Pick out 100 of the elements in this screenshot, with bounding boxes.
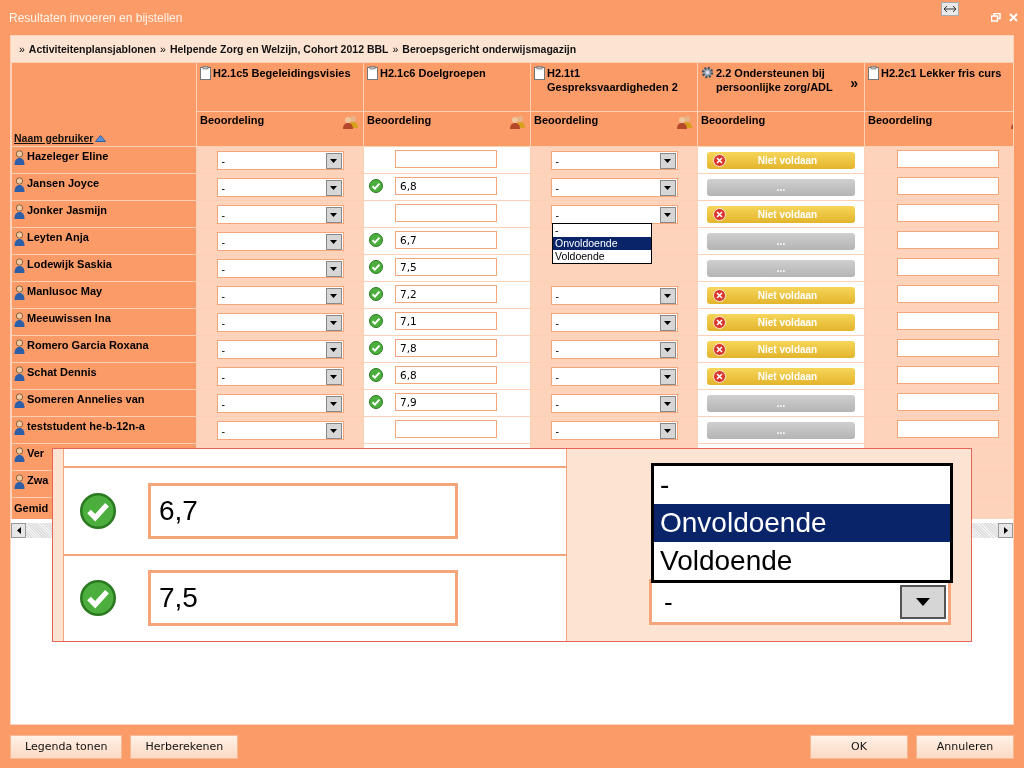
caret-icon [664,185,671,190]
caret-icon [664,320,671,325]
caret-icon [330,239,337,244]
grade-dropdown[interactable]: - [550,205,678,224]
grade-dropdown[interactable]: - [550,151,678,170]
input-field[interactable] [897,420,999,438]
grade-dropdown[interactable]: - [550,178,678,197]
breadcrumb-link[interactable]: Beroepsgericht onderwijsmagazijn [402,43,577,55]
grade-dropdown[interactable]: - [216,286,344,305]
restore-icon[interactable] [991,13,1001,22]
column-subtitle: Beoordeling [367,114,432,126]
grade-dropdown[interactable]: - [216,313,344,332]
grade-dropdown[interactable]: - [216,259,344,278]
user-icon [14,339,25,354]
dropdown-option[interactable]: - [553,224,651,237]
expand-columns-link[interactable]: » [850,75,858,91]
error-icon [713,289,726,302]
input-field[interactable] [897,312,999,330]
grade-dropdown[interactable]: - [216,232,344,251]
sort-ascending-icon[interactable] [95,135,107,142]
caret-icon [916,598,930,606]
grade-input[interactable]: 7,5 [395,258,497,276]
people-icon[interactable] [510,115,526,129]
caret-icon [330,185,337,190]
input-field[interactable] [897,204,999,222]
dialog-button[interactable]: Annuleren [916,734,1014,759]
grade-dropdown[interactable]: - [216,340,344,359]
grade-dropdown[interactable]: - [216,151,344,170]
grade-dropdown[interactable]: - [216,205,344,224]
grade-input[interactable]: 7,9 [395,393,497,411]
people-icon[interactable] [677,115,693,129]
dialog-button[interactable]: Legenda tonen [10,734,123,759]
grade-input[interactable] [395,420,497,438]
caret-icon [330,347,337,352]
input-field[interactable] [897,366,999,384]
caret-icon [664,347,671,352]
user-name: Jonker Jasmijn [27,204,108,216]
dropdown-option[interactable]: Onvoldoende [553,237,651,250]
breadcrumb-link[interactable]: Helpende Zorg en Welzijn, Cohort 2012 BBL [169,43,389,55]
clipboard-icon [367,66,378,80]
grade-dropdown[interactable]: - [550,286,678,305]
input-field[interactable] [897,393,999,411]
left-arrow-icon [16,527,21,534]
user-icon [14,204,25,219]
input-field[interactable] [897,150,999,168]
caret-icon [664,374,671,379]
grade-dropdown[interactable]: - [216,367,344,386]
grade-input[interactable]: 6,7 [395,231,497,249]
grade-dropdown[interactable]: - [550,340,678,359]
user-icon [14,231,25,246]
grade-dropdown[interactable]: - [550,394,678,413]
input-field[interactable] [897,339,999,357]
dialog-button[interactable]: Herberekenen [130,734,239,759]
user-icon [14,366,25,381]
grade-input[interactable]: 7,2 [395,285,497,303]
grade-dropdown[interactable]: - [216,394,344,413]
grade-input[interactable]: 6,8 [395,177,497,195]
dialog-button[interactable]: OK [810,734,908,759]
grade-dropdown[interactable]: - [550,367,678,386]
dropdown-option[interactable]: Voldoende [553,250,651,263]
user-icon [14,474,25,489]
grade-dropdown[interactable]: - [216,421,344,440]
grade-input[interactable]: 6,8 [395,366,497,384]
user-name: Someren Annelies van [27,393,145,405]
user-name: Lodewijk Saskia [27,258,112,270]
input-field[interactable] [897,258,999,276]
user-icon [14,393,25,408]
column-title: H2.1c5 Begeleidingsvisies [213,66,352,80]
user-name: Manlusoc May [27,285,103,297]
close-icon[interactable] [1009,13,1018,22]
grade-input[interactable] [395,204,497,222]
input-field[interactable] [897,177,999,195]
grade-input[interactable]: 7,1 [395,312,497,330]
grade-dropdown[interactable]: - [550,421,678,440]
caret-icon [664,158,671,163]
column-title: H2.1t1 Gespreksvaardigheden 2 [547,66,679,94]
resize-icon[interactable] [941,2,959,16]
column-header-link[interactable]: Naam gebruiker [14,132,94,144]
caret-icon [330,293,337,298]
grade-dropdown[interactable]: - [550,313,678,332]
grade-dropdown[interactable]: - [216,178,344,197]
user-name: Romero Garcia Roxana [27,339,149,351]
grade-input[interactable]: 7,8 [395,339,497,357]
caret-icon [664,212,671,217]
user-name: Zwa [27,474,49,486]
people-icon[interactable] [343,115,359,129]
column-subtitle: Beoordeling [868,114,933,126]
user-icon [14,177,25,192]
column-subtitle: Beoordeling [200,114,265,126]
grade-input[interactable] [395,150,497,168]
caret-icon [330,266,337,271]
caret-icon [330,401,337,406]
clipboard-icon [200,66,211,80]
column-subtitle: Beoordeling [701,114,766,126]
input-field[interactable] [897,231,999,249]
input-field[interactable] [897,285,999,303]
breadcrumb-link[interactable]: Activiteitenplansjablonen [28,43,157,55]
user-icon [14,420,25,435]
caret-icon [330,428,337,433]
user-name: Jansen Joyce [27,177,100,189]
